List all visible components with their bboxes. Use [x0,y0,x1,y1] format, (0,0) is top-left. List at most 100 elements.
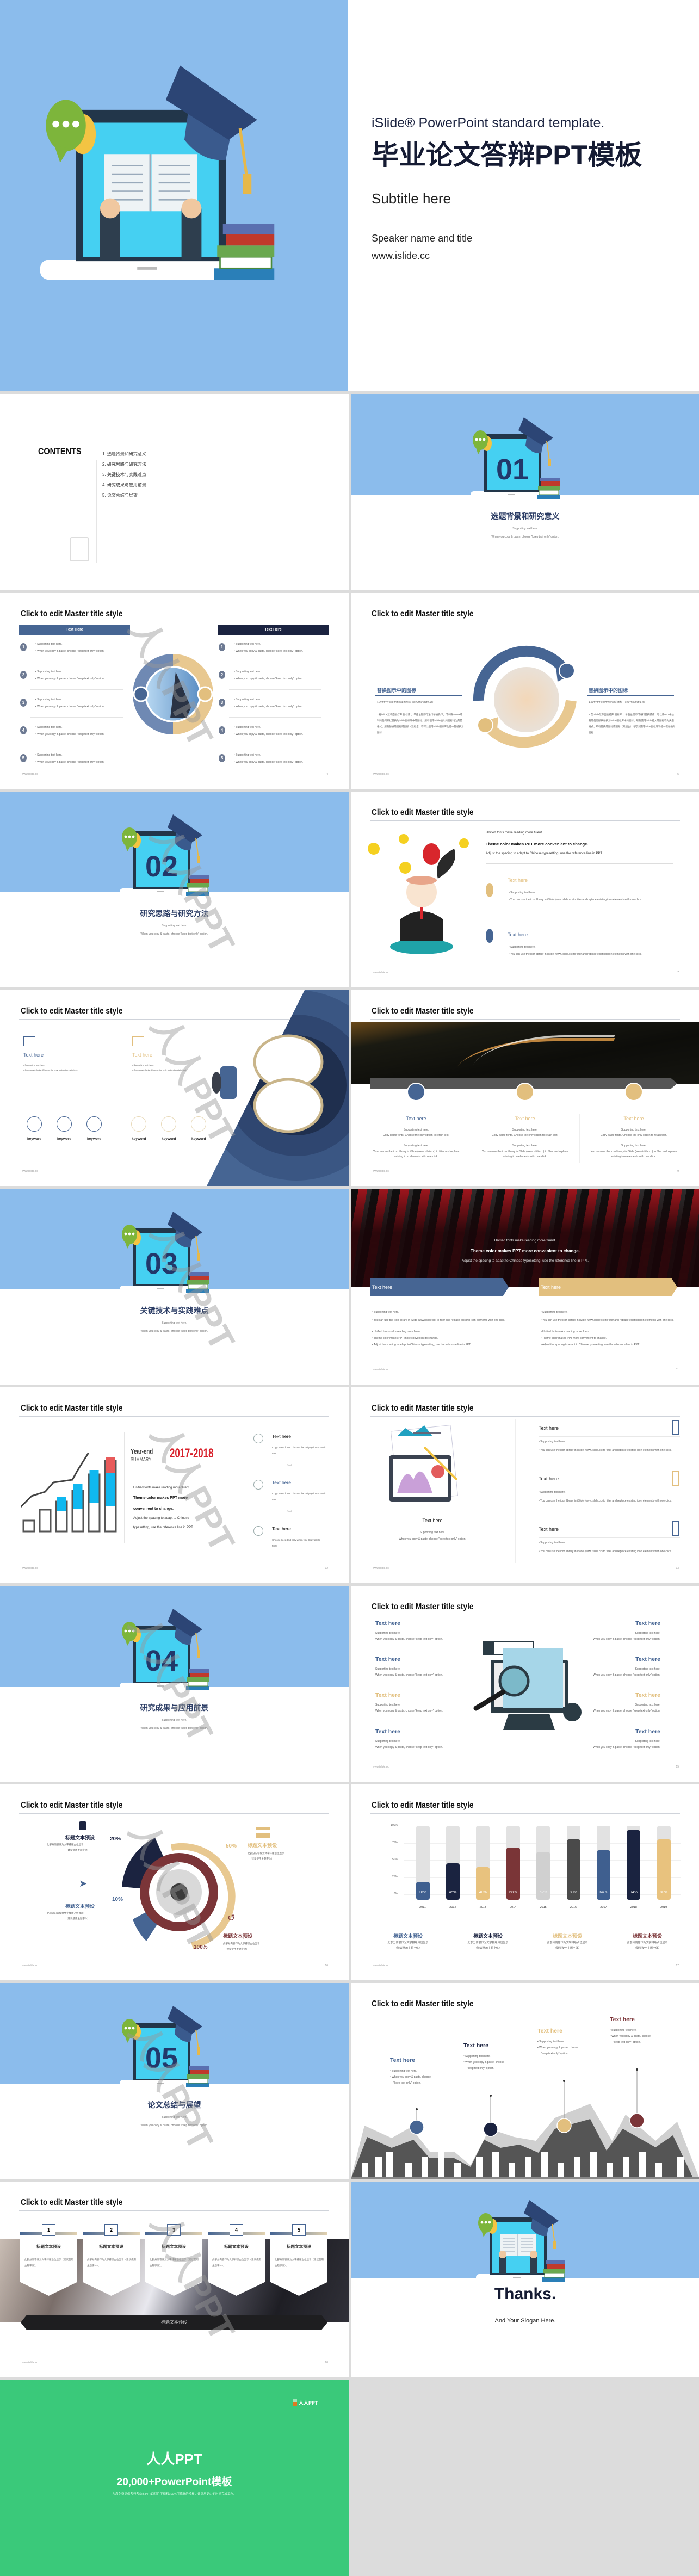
slide-brain-head[interactable]: Click to edit Master title style www.isli… [351,792,699,987]
copy-hint: When you copy & paste, choose "keep text… [35,650,104,653]
item-supporting: Supporting text here. [375,1740,401,1743]
slide-title[interactable]: Click to edit Master title style [21,1801,122,1811]
section-slide-05[interactable]: 05 论文总结与展望 Supporting text here. When yo… [0,1983,349,2179]
step-number-badge: 3 [219,699,225,707]
contents-slide[interactable]: CONTENTS 1. 选题背景和研究意义 2. 研究思路与研究方法 3. 关键技术… [0,394,349,590]
item-title-right: Text here [635,1620,660,1627]
column-supporting: Supporting text here. [512,1128,538,1132]
contents-item[interactable]: 1. 选题背景和研究意义 [102,451,146,457]
section-slide-02[interactable]: 02 研究思路与研究方法 Supporting text here. When … [0,792,349,987]
bullet: Adjust the spacing to adapt to Chinese t… [372,1343,508,1346]
section-slide-04[interactable]: 04 研究成果与应用前景 Supporting text here. When … [0,1586,349,1782]
contents-heading: CONTENTS [38,446,82,456]
bar-data-label: 64% [599,1891,608,1894]
column-banner-1[interactable]: Text here [370,1278,509,1296]
item-divider [30,717,123,718]
body-line: Adjust the spacing to adapt to Chinese [133,1517,189,1520]
slide-title[interactable]: Click to edit Master title style [21,1404,122,1413]
supporting-text: Supporting text here. [35,726,62,729]
copy-hint: When you copy & paste, choose "keep text… [234,650,303,653]
section-title: 论文总结与展望 [147,2101,201,2109]
contents-item[interactable]: 5. 论文总结与展望 [102,492,138,498]
caption-body: （建议使用主题字体） [474,1947,502,1950]
books-icon [186,1669,209,1690]
section-copy-hint: When you copy & paste, choose "keep text… [140,1727,208,1730]
slide-tablet-report[interactable]: Click to edit Master title style www.isli… [351,1387,699,1583]
column-body: You can use the icon library in iSlide (… [373,1150,460,1158]
slide-cycle-diagram[interactable]: Click to edit Master title style www.isli… [351,593,699,789]
section-slide-01[interactable]: 01 选题背景和研究意义 Supporting text here. When … [351,394,699,590]
step-number-badge: 1 [20,643,27,651]
slide-title[interactable]: Click to edit Master title style [372,808,473,818]
keyword-label: keyword [57,1137,72,1141]
column-supporting: Supporting text here. [403,1128,429,1132]
column-divider [579,1114,580,1163]
slide-search-tools[interactable]: Click to edit Master title style www.isli… [351,1586,699,1782]
bullet: Supporting text here. [372,1311,508,1314]
bar-2018[interactable] [627,1830,641,1900]
slide-mountain-timeline[interactable]: Click to edit Master title stylewww.isli… [351,1983,699,2179]
footer-website: www.islide.cc [373,1170,389,1173]
thanks-slide[interactable]: Thanks. And Your Slogan Here. [351,2182,699,2377]
item-body: Copy paste fonts. Choose the only option… [132,1068,187,1071]
slide-year-end-summary[interactable]: Click to edit Master title style www.isli… [0,1387,349,1583]
section-supporting: Supporting text here. [162,1321,187,1325]
item-divider [539,1436,680,1437]
slide-title[interactable]: Click to edit Master title style [372,1801,473,1811]
org-chart-icon [256,1827,270,1838]
copy-hint: When you copy & paste, choose "keep text… [35,705,104,708]
slide-donut-stats[interactable]: Click to edit Master title style www.isli… [0,1784,349,1980]
supporting-text: Supporting text here. [234,670,261,674]
contents-item[interactable]: 4. 研究成果与应用前景 [102,482,146,488]
cover-slide[interactable]: iSlide® PowerPoint standard template. 毕业… [0,0,699,391]
slide-brain-bulb[interactable]: Click to edit Master title style www.isli… [0,990,349,1186]
presentation-icon [477,717,493,733]
item-divider [539,1537,680,1538]
intro-line-3: Adjust the spacing to adapt to Chinese t… [486,852,603,855]
column-banner-2[interactable]: Text here [539,1278,677,1296]
thinking-person-illustration [368,834,469,954]
renren-promo-slide[interactable]: 人人PPT 人人PPT 20,000+PowerPoint模板 为您免费提供各行各业… [0,2380,349,2576]
section-number: 04 [145,1645,178,1677]
speaker-name: Speaker name and title [372,233,473,244]
slide-title[interactable]: Click to edit Master title style [21,2198,122,2208]
chart-icon [197,686,213,702]
item-title-right: Text here [635,1728,660,1735]
slide-title[interactable]: Click to edit Master title style [21,609,122,619]
caption-body: 此部分内容作为文字排版占位显示 [467,1941,509,1944]
summary-banner[interactable]: 标题文本预设 [21,2315,327,2330]
slide-red-building[interactable]: www.islide.cc 11 Unified fonts make readi… [351,1189,699,1385]
item-title-left: Text here [375,1728,400,1735]
item-title: Text here [272,1526,291,1531]
bar-2013[interactable] [476,1867,490,1900]
document-icon [70,537,89,561]
slide-title[interactable]: Click to edit Master title style [372,1404,473,1413]
contents-item[interactable]: 3. 关键技术与实践难点 [102,472,146,478]
cycle-step-2: 2.在iSlide菜单面板打开“图标库”，单击左键即可进行替换操作；可以将PPT… [589,713,676,734]
chart-icon [486,929,493,943]
slide-title[interactable]: Click to edit Master title style [372,609,473,619]
contents-item[interactable]: 2. 研究思路与研究方法 [102,461,146,467]
cycle-diagram [473,646,577,748]
slide-bar-chart[interactable]: Click to edit Master title style www.isli… [351,1784,699,1980]
column-header-right[interactable]: Text Here [218,625,329,635]
books-icon [186,875,209,896]
item-copy-hint: When you copy & paste, choose "keep text… [593,1709,660,1713]
slide-title[interactable]: Click to edit Master title style [372,1602,473,1612]
section-slide-03[interactable]: 03 关键技术与实践难点 Supporting text here. When … [0,1189,349,1385]
column-body: Copy paste fonts. Choose the only option… [492,1134,558,1137]
stat-percent-10: 10% [112,1897,123,1902]
column-header-left[interactable]: Text Here [19,625,130,635]
item-body: Copy paste fonts. Choose the only option… [272,1492,326,1501]
slide-two-column-list[interactable]: Click to edit Master title style www.isli… [0,593,349,789]
slide-title[interactable]: Click to edit Master title style [372,1006,473,1016]
step-number: 4 [230,2224,243,2236]
slide-five-steps[interactable]: Click to edit Master title style www.isli… [0,2182,349,2377]
supporting-text: Supporting text here. [234,698,261,701]
promo-title: 人人PPT [146,2451,202,2467]
bar-data-label: 62% [539,1891,547,1894]
stat-title: 标题文本预设 [65,1904,95,1909]
cycle-heading: 替换图示中的图标 [589,688,628,693]
slide-highway[interactable]: Click to edit Master title style www.isli… [351,990,699,1186]
item-body: You can use the icon library in iSlide (… [509,898,642,901]
